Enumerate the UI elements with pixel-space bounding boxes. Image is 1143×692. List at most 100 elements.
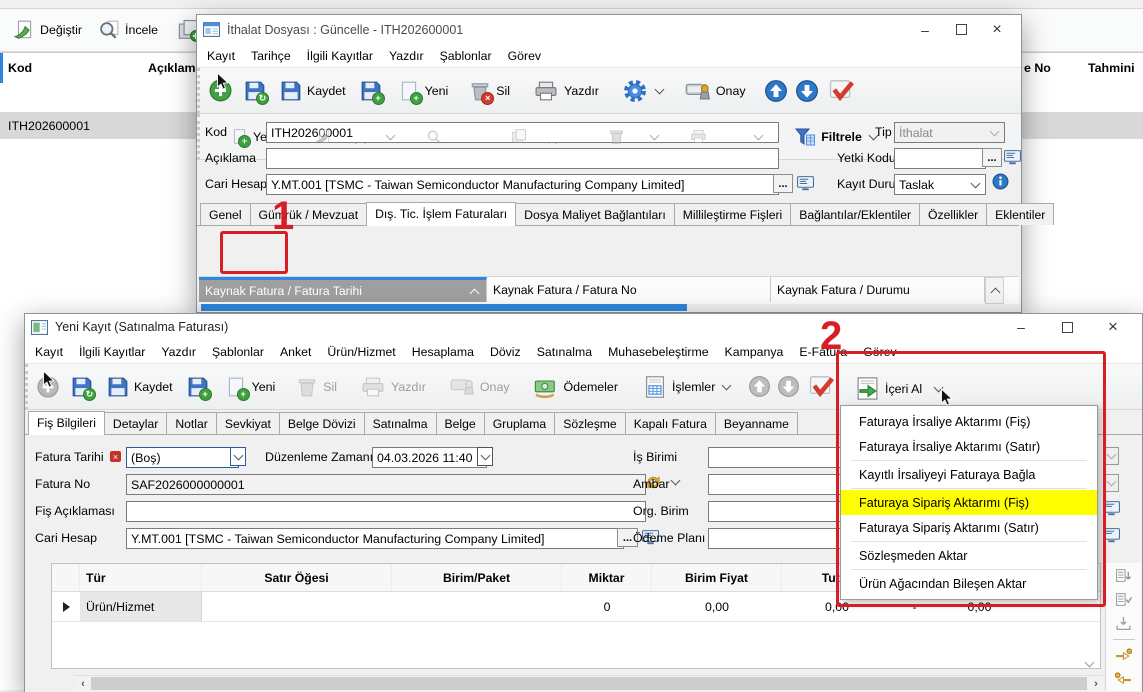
save-new-button[interactable]: + [360, 80, 382, 102]
menu-doviz[interactable]: Döviz [482, 342, 529, 362]
menu-item-siparis-fis-highlighted[interactable]: Faturaya Sipariş Aktarımı (Fiş) [841, 490, 1097, 515]
grid-column-durumu[interactable]: Kaynak Fatura / Durumu [771, 277, 985, 302]
column-aciklama[interactable]: Açıklama [148, 61, 202, 75]
menu-anket[interactable]: Anket [272, 342, 319, 362]
menu-sablonlar[interactable]: Şablonlar [204, 342, 272, 362]
row-sort-icon[interactable] [1115, 567, 1132, 584]
menu-kayit[interactable]: Kayıt [199, 46, 243, 66]
confirm-check-icon[interactable] [828, 78, 856, 104]
save-refresh-button[interactable]: ↻ [71, 376, 93, 398]
inspect-button[interactable]: İncele [93, 15, 163, 45]
menu-item-irsaliye-fis[interactable]: Faturaya İrsaliye Aktarımı (Fiş) [841, 409, 1097, 434]
col-tur[interactable]: Tür [80, 564, 202, 591]
delete-button[interactable]: × Sil [464, 76, 515, 106]
settings-button[interactable] [617, 74, 670, 108]
right-monitor-icon-2[interactable] [1103, 527, 1120, 544]
tab-belge[interactable]: Belge [436, 412, 485, 434]
invoice-no-input[interactable]: SAF2026000000001 [126, 474, 646, 495]
tab-satinalma[interactable]: Satınalma [364, 412, 437, 434]
payments-button[interactable]: Ödemeler [528, 371, 623, 403]
minimize-button[interactable]: – [998, 316, 1044, 339]
tab-detaylar[interactable]: Detaylar [104, 412, 167, 434]
invoice-horizontal-scrollbar[interactable]: ‹ › [75, 675, 1103, 691]
tab-sevkiyat[interactable]: Sevkiyat [216, 412, 280, 434]
status-combo[interactable]: Taslak [894, 174, 986, 195]
tab-sozlesme[interactable]: Sözleşme [554, 412, 626, 434]
menu-yazdir[interactable]: Yazdır [153, 342, 204, 362]
menu-item-irsaliye-satir[interactable]: Faturaya İrsaliye Aktarımı (Satır) [841, 434, 1097, 459]
tab-dosya-maliyet[interactable]: Dosya Maliyet Bağlantıları [515, 203, 675, 225]
account-input[interactable]: Y.MT.001 [TSMC - Taiwan Semiconductor Ma… [126, 528, 624, 549]
menu-yazdir[interactable]: Yazdır [381, 46, 432, 66]
tab-fis-bilgileri[interactable]: Fiş Bilgileri [28, 411, 105, 435]
menu-e-fatura[interactable]: E-Fatura [791, 342, 855, 362]
tab-ozellikler[interactable]: Özellikler [919, 203, 987, 225]
auth-code-input[interactable] [894, 148, 986, 169]
tab-gruplama[interactable]: Gruplama [484, 412, 556, 434]
invoice-date-dropdown[interactable] [230, 447, 246, 466]
maximize-button[interactable] [1044, 316, 1090, 339]
tab-kapali-fatura[interactable]: Kapalı Fatura [625, 412, 716, 434]
tab-baglantilar[interactable]: Bağlantılar/Eklentiler [790, 203, 920, 225]
maximize-button[interactable] [943, 18, 979, 41]
scroll-right-icon[interactable]: › [1089, 678, 1103, 690]
tab-dis-tic-islem-faturalari[interactable]: Dış. Tic. İşlem Faturaları [366, 202, 516, 226]
menu-satinalma[interactable]: Satınalma [529, 342, 600, 362]
transfer-out-icon[interactable] [1115, 671, 1132, 688]
tab-eklentiler[interactable]: Eklentiler [986, 203, 1054, 225]
org-unit-input[interactable] [708, 501, 860, 522]
cell-satir-ogesi[interactable] [202, 592, 392, 621]
col-satir-ogesi[interactable]: Satır Öğesi [202, 564, 392, 591]
row-select-icon[interactable] [1115, 591, 1132, 608]
tab-belge-dovizi[interactable]: Belge Dövizi [279, 412, 365, 434]
tab-millilestirme[interactable]: Millileştirme Fişleri [674, 203, 792, 225]
save-new-button[interactable]: + [187, 376, 209, 398]
tab-genel[interactable]: Genel [200, 203, 251, 225]
move-down-icon[interactable] [795, 79, 819, 103]
grid-scroll-up-button[interactable] [985, 277, 1004, 304]
menu-item-sozlesmeden-aktar[interactable]: Sözleşmeden Aktar [841, 543, 1097, 568]
col-birim-paket[interactable]: Birim/Paket [392, 564, 562, 591]
modify-button[interactable]: Değiştir [8, 15, 87, 45]
scrollbar-thumb[interactable] [201, 304, 687, 311]
transfer-in-icon[interactable] [1115, 647, 1132, 664]
auth-browse-button[interactable]: ... [982, 148, 1002, 167]
cell-birim-fiyat[interactable]: 0,00 [652, 592, 782, 621]
tab-gumruk-mevzuat[interactable]: Gümrük / Mevzuat [250, 203, 368, 225]
save-button[interactable]: Kaydet [275, 76, 351, 106]
cell-miktar[interactable]: 0 [562, 592, 652, 621]
menu-kampanya[interactable]: Kampanya [717, 342, 792, 362]
import-button[interactable]: İçeri Al [850, 372, 949, 405]
menu-item-kayitli-irsaliye[interactable]: Kayıtlı İrsaliyeyi Faturaya Bağla [841, 462, 1097, 487]
col-miktar[interactable]: Miktar [562, 564, 652, 591]
menu-kayit[interactable]: Kayıt [27, 342, 71, 362]
menu-hesaplama[interactable]: Hesaplama [404, 342, 482, 362]
print-button[interactable]: Yazdır [528, 76, 604, 106]
auth-monitor-icon[interactable] [1004, 149, 1021, 166]
grid-column-fatura-no[interactable]: Kaynak Fatura / Fatura No [487, 277, 771, 302]
right-monitor-icon-1[interactable] [1103, 500, 1120, 517]
new-button[interactable]: + Yeni [220, 372, 281, 402]
chevron-down-icon[interactable] [671, 476, 681, 486]
info-icon[interactable] [992, 173, 1009, 190]
move-up-icon[interactable] [764, 79, 788, 103]
close-button[interactable]: × [979, 18, 1015, 41]
description-input[interactable] [266, 148, 779, 169]
menu-gorev[interactable]: Görev [855, 342, 905, 362]
edit-time-dropdown[interactable] [477, 447, 493, 466]
approve-button[interactable]: Onay [679, 75, 751, 107]
confirm-check-icon[interactable] [808, 374, 836, 400]
column-tahmini[interactable]: Tahmini [1088, 61, 1135, 75]
account-input[interactable]: Y.MT.001 [TSMC - Taiwan Semiconductor Ma… [266, 174, 779, 195]
account-monitor-icon[interactable] [797, 175, 814, 192]
menu-tarihce[interactable]: Tarihçe [243, 46, 299, 66]
tab-beyanname[interactable]: Beyanname [715, 412, 798, 434]
menu-sablonlar[interactable]: Şablonlar [432, 46, 500, 66]
save-button[interactable]: Kaydet [102, 372, 178, 402]
scrollbar-thumb[interactable] [91, 677, 1087, 690]
save-refresh-button[interactable]: ↻ [244, 80, 266, 102]
col-birim-fiyat[interactable]: Birim Fiyat [652, 564, 782, 591]
invoice-dialog-titlebar[interactable]: Yeni Kayıt (Satınalma Faturası) – × [25, 314, 1142, 340]
invoice-date-combo[interactable]: (Boş) [126, 447, 239, 468]
tab-notlar[interactable]: Notlar [166, 412, 217, 434]
